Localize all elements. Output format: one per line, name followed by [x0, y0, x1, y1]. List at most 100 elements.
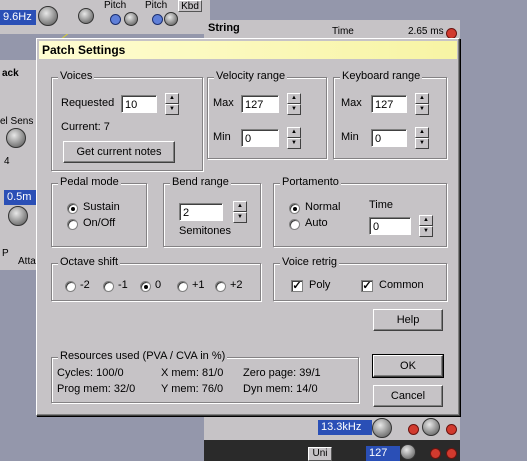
side-readout[interactable]: 0.5m — [4, 190, 38, 205]
auto-label[interactable]: Auto — [305, 217, 328, 229]
octave-minus2-radio[interactable] — [65, 281, 76, 292]
spin-up-icon[interactable]: ▲ — [233, 201, 247, 212]
freq-readout[interactable]: 9.6Hz — [0, 10, 36, 25]
requested-voices-spinner[interactable]: ▲ ▼ — [165, 93, 179, 115]
keyboard-min-spinner[interactable]: ▲ ▼ — [415, 127, 429, 149]
sustain-label[interactable]: Sustain — [83, 201, 120, 213]
octave-zero-label[interactable]: 0 — [155, 279, 161, 291]
keyboard-min-input[interactable]: 0 — [371, 129, 407, 147]
lower-freq-readout[interactable]: 13.3kHz — [318, 420, 372, 435]
octave-minus1-label[interactable]: -1 — [118, 279, 128, 291]
octave-plus2-label[interactable]: +2 — [230, 279, 243, 291]
xmem-stat: X mem: 81/0 — [161, 367, 224, 379]
knob[interactable] — [164, 12, 178, 26]
octave-minus1-radio[interactable] — [103, 281, 114, 292]
dialog-title[interactable]: Patch Settings — [39, 41, 457, 59]
spin-down-icon[interactable]: ▼ — [415, 104, 429, 115]
octave-plus2-radio[interactable] — [215, 281, 226, 292]
knob[interactable] — [8, 206, 28, 226]
knob[interactable] — [6, 128, 26, 148]
spin-down-icon[interactable]: ▼ — [287, 138, 301, 149]
octave-plus1-label[interactable]: +1 — [192, 279, 205, 291]
pedal-mode-group: Pedal mode — [51, 176, 147, 247]
led-indicator — [408, 424, 419, 435]
resources-group: Resources used (PVA / CVA in %) — [51, 350, 359, 403]
get-current-notes-button[interactable]: Get current notes — [63, 141, 175, 163]
knob[interactable] — [38, 6, 58, 26]
progmem-stat: Prog mem: 32/0 — [57, 383, 136, 395]
portamento-time-input[interactable]: 0 — [369, 217, 411, 235]
side-label: 4 — [4, 156, 10, 167]
velocity-min-input[interactable]: 0 — [241, 129, 279, 147]
common-label[interactable]: Common — [379, 279, 424, 291]
velocity-max-spinner[interactable]: ▲ ▼ — [287, 93, 301, 115]
time-label: Time — [332, 26, 354, 37]
octave-minus2-label[interactable]: -2 — [80, 279, 90, 291]
auto-radio[interactable] — [289, 219, 300, 230]
portamento-time-spinner[interactable]: ▲ ▼ — [419, 215, 433, 237]
spin-up-icon[interactable]: ▲ — [415, 93, 429, 104]
velocity-max-label: Max — [213, 97, 234, 109]
bend-range-title: Bend range — [170, 176, 231, 188]
side-label: ack — [2, 68, 19, 79]
keyboard-min-label: Min — [341, 131, 359, 143]
keyboard-max-label: Max — [341, 97, 362, 109]
onoff-radio[interactable] — [67, 219, 78, 230]
velocity-max-input[interactable]: 127 — [241, 95, 279, 113]
knob[interactable] — [124, 12, 138, 26]
knob[interactable] — [422, 418, 440, 436]
spin-down-icon[interactable]: ▼ — [419, 226, 433, 237]
bend-range-input[interactable]: 2 — [179, 203, 223, 221]
kbd-button[interactable]: Kbd — [178, 0, 202, 12]
poly-label[interactable]: Poly — [309, 279, 330, 291]
spin-up-icon[interactable]: ▲ — [287, 93, 301, 104]
current-voices-text: Current: 7 — [61, 121, 110, 133]
pitch-label: Pitch — [104, 0, 127, 11]
led-indicator — [430, 448, 441, 459]
spin-down-icon[interactable]: ▼ — [233, 212, 247, 223]
poly-checkbox[interactable]: ✓ — [291, 280, 303, 292]
normal-radio[interactable] — [289, 203, 300, 214]
help-button[interactable]: Help — [373, 309, 443, 331]
spin-down-icon[interactable]: ▼ — [287, 104, 301, 115]
knob-dot[interactable] — [152, 14, 163, 25]
spin-up-icon[interactable]: ▲ — [165, 93, 179, 104]
keyboard-range-title: Keyboard range — [340, 70, 423, 82]
onoff-label[interactable]: On/Off — [83, 217, 115, 229]
resources-title: Resources used (PVA / CVA in %) — [58, 350, 228, 362]
cancel-button[interactable]: Cancel — [373, 385, 443, 407]
side-label: el Sens — [0, 116, 34, 127]
spin-up-icon[interactable]: ▲ — [287, 127, 301, 138]
common-checkbox[interactable]: ✓ — [361, 280, 373, 292]
keyboard-max-input[interactable]: 127 — [371, 95, 407, 113]
led-indicator — [446, 424, 457, 435]
bend-range-spinner[interactable]: ▲ ▼ — [233, 201, 247, 223]
time-label: Time — [369, 199, 394, 211]
spin-up-icon[interactable]: ▲ — [419, 215, 433, 226]
sustain-radio[interactable] — [67, 203, 78, 214]
bottom-readout[interactable]: 127 — [366, 446, 400, 461]
knob-dot[interactable] — [110, 14, 121, 25]
string-label: String — [208, 22, 240, 34]
normal-label[interactable]: Normal — [305, 201, 340, 213]
octave-zero-radio[interactable] — [140, 281, 151, 292]
requested-voices-input[interactable]: 10 — [121, 95, 157, 113]
velocity-min-spinner[interactable]: ▲ ▼ — [287, 127, 301, 149]
knob[interactable] — [372, 418, 392, 438]
ymem-stat: Y mem: 76/0 — [161, 383, 224, 395]
spin-down-icon[interactable]: ▼ — [165, 104, 179, 115]
spin-down-icon[interactable]: ▼ — [415, 138, 429, 149]
voice-retrig-title: Voice retrig — [280, 256, 340, 268]
pitch-label: Pitch — [145, 0, 168, 11]
octave-shift-title: Octave shift — [58, 256, 121, 268]
ok-button[interactable]: OK — [372, 354, 444, 378]
zeropage-stat: Zero page: 39/1 — [243, 367, 321, 379]
cycles-stat: Cycles: 100/0 — [57, 367, 124, 379]
spin-up-icon[interactable]: ▲ — [415, 127, 429, 138]
uni-button[interactable]: Uni — [308, 447, 332, 461]
knob[interactable] — [400, 444, 416, 460]
octave-plus1-radio[interactable] — [177, 281, 188, 292]
velocity-range-title: Velocity range — [214, 70, 288, 82]
knob[interactable] — [78, 8, 94, 24]
keyboard-max-spinner[interactable]: ▲ ▼ — [415, 93, 429, 115]
